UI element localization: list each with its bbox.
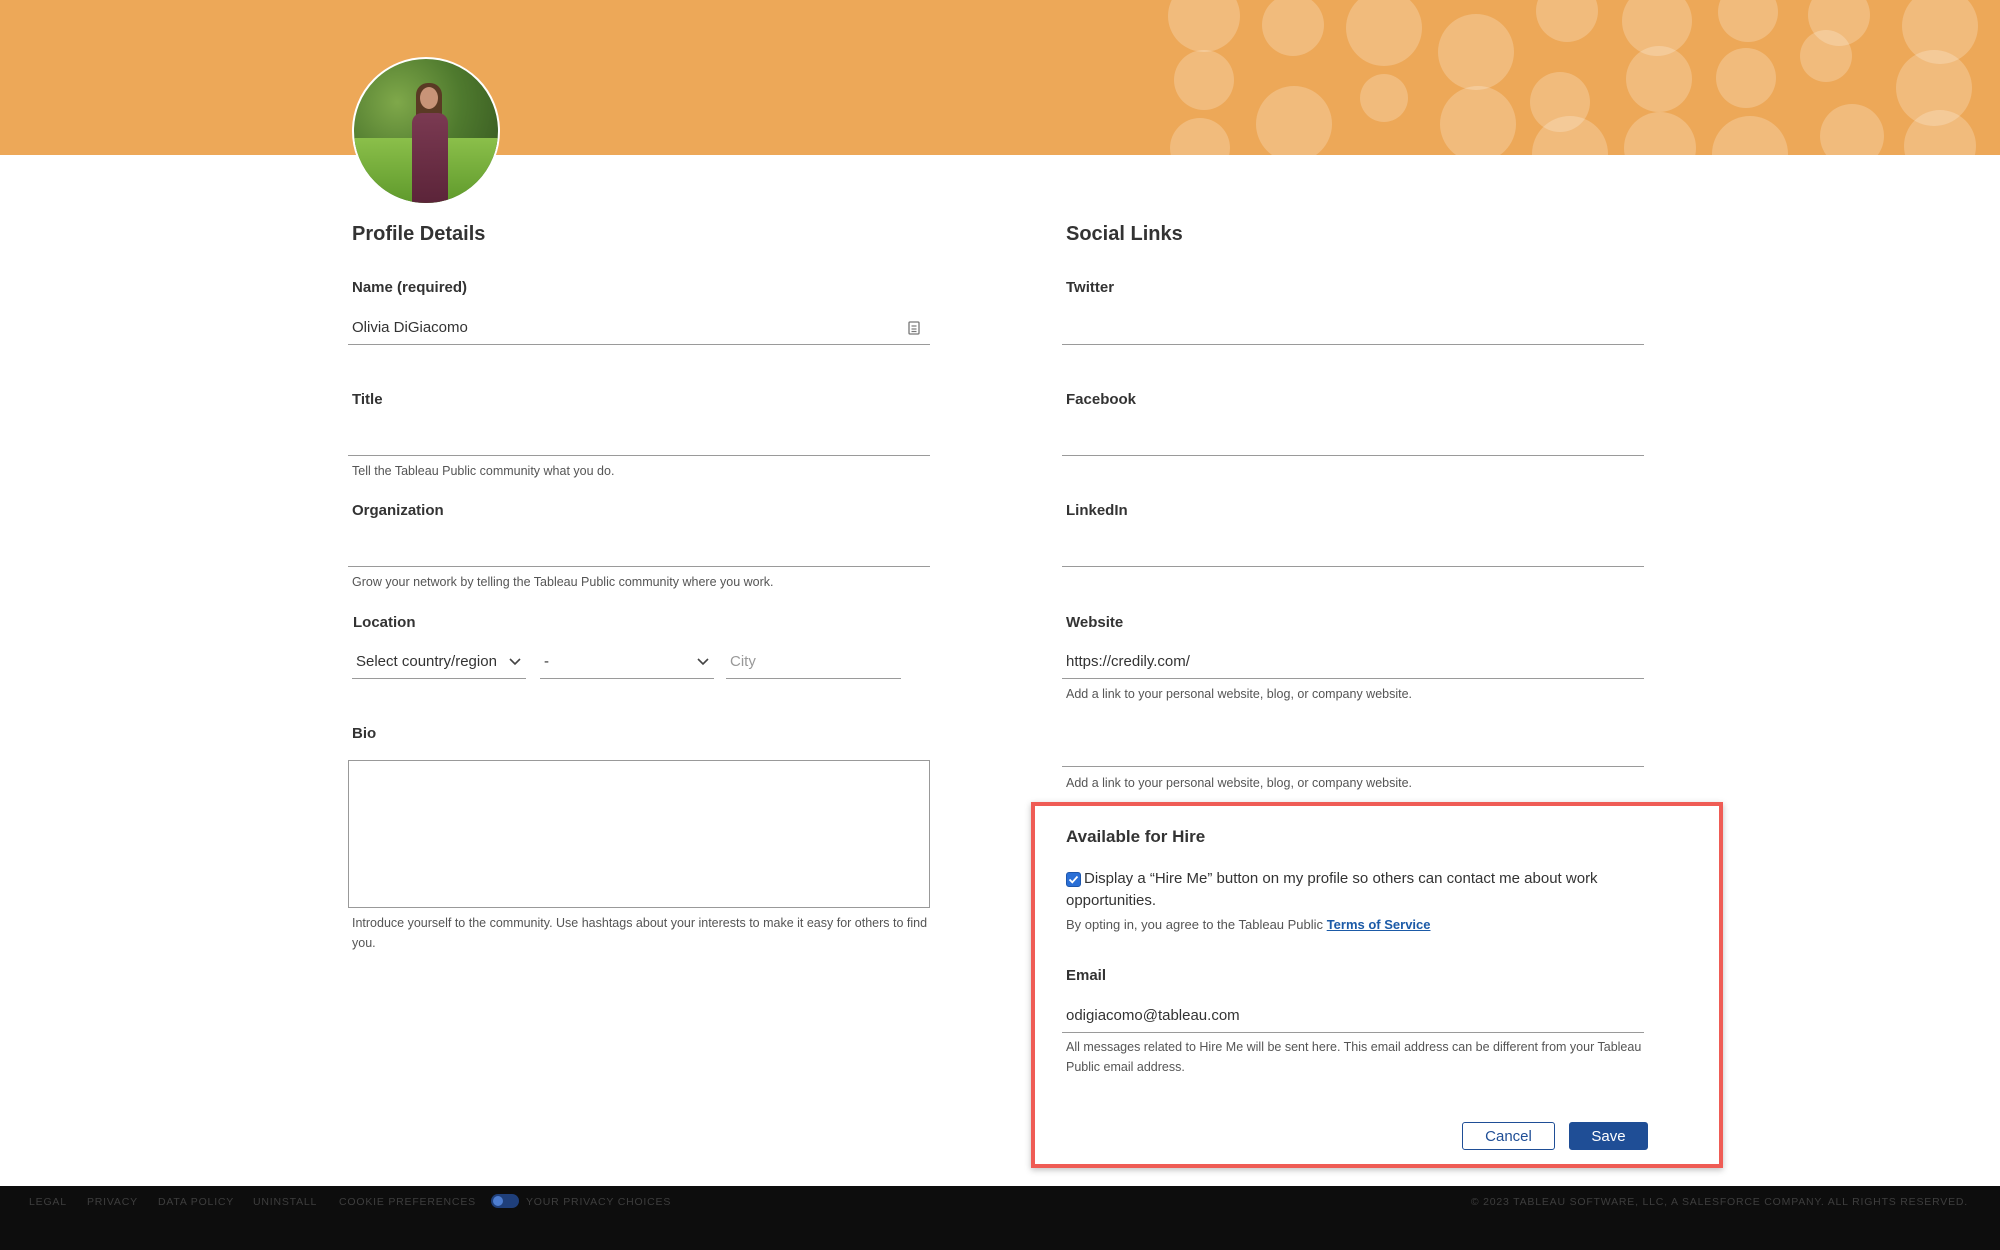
organization-help: Grow your network by telling the Tableau… (352, 575, 774, 589)
banner-bubble (1800, 30, 1852, 82)
twitter-label: Twitter (1066, 279, 1115, 296)
social-links-heading: Social Links (1066, 223, 1183, 245)
website-label: Website (1066, 614, 1124, 631)
banner-bubble (1174, 50, 1234, 110)
footer: LEGAL PRIVACY DATA POLICY UNINSTALL COOK… (0, 1186, 2000, 1250)
city-placeholder: City (730, 653, 756, 670)
title-field[interactable] (348, 422, 930, 456)
location-label: Location (353, 614, 416, 631)
facebook-field[interactable] (1062, 422, 1644, 456)
linkedin-label: LinkedIn (1066, 502, 1128, 519)
save-button[interactable]: Save (1569, 1122, 1648, 1150)
website-help: Add a link to your personal website, blo… (1066, 687, 1413, 701)
profile-details-heading: Profile Details (352, 223, 486, 245)
banner-bubble (1360, 74, 1408, 122)
organization-label: Organization (352, 502, 444, 519)
banner-bubble (1536, 0, 1598, 42)
email-field[interactable]: odigiacomo@tableau.com (1062, 999, 1644, 1033)
banner-bubble (1626, 46, 1692, 112)
copyright: © 2023 TABLEAU SOFTWARE, LLC, A SALESFOR… (1470, 1196, 1968, 1208)
title-label: Title (352, 391, 383, 408)
chevron-down-icon (509, 658, 521, 666)
bio-help: Introduce yourself to the community. Use… (352, 916, 928, 950)
linkedin-field[interactable] (1062, 533, 1644, 567)
banner-bubble (1346, 0, 1422, 66)
footer-link-legal[interactable]: LEGAL (29, 1196, 67, 1208)
banner-bubble (1262, 0, 1324, 56)
state-select[interactable]: - (540, 645, 714, 679)
bio-label: Bio (352, 725, 377, 742)
name-field[interactable]: Olivia DiGiacomo (348, 311, 930, 345)
country-value: Select country/region (356, 653, 497, 670)
banner-bubble (1624, 112, 1696, 155)
chevron-down-icon (697, 658, 709, 666)
footer-link-data-policy[interactable]: DATA POLICY (158, 1196, 234, 1208)
footer-link-privacy[interactable]: PRIVACY (87, 1196, 138, 1208)
avatar-dress (412, 113, 448, 203)
terms-prefix: By opting in, you agree to the Tableau P… (1066, 917, 1324, 932)
terms-of-service-link[interactable]: Terms of Service (1327, 917, 1431, 932)
country-select[interactable]: Select country/region (352, 645, 526, 679)
banner-bubble (1438, 14, 1514, 90)
cancel-button[interactable]: Cancel (1462, 1122, 1555, 1150)
banner-bubble (1820, 104, 1884, 155)
footer-link-cookie-preferences[interactable]: COOKIE PREFERENCES (339, 1196, 476, 1208)
state-value: - (544, 653, 549, 670)
email-label: Email (1066, 967, 1107, 984)
banner-bubble (1256, 86, 1332, 155)
footer-link-privacy-choices[interactable]: YOUR PRIVACY CHOICES (526, 1196, 671, 1208)
privacy-choices-icon (491, 1194, 519, 1208)
website-value: https://credily.com/ (1066, 653, 1190, 670)
contact-card-icon (908, 320, 920, 335)
banner-bubble (1718, 0, 1778, 42)
title-help: Tell the Tableau Public community what y… (352, 464, 615, 478)
hire-me-checkbox-label[interactable]: Display a “Hire Me” button on my profile… (1066, 868, 1646, 912)
banner-bubble (1170, 118, 1230, 155)
website2-help: Add a link to your personal website, blo… (1066, 776, 1413, 790)
name-label: Name (required) (352, 279, 468, 296)
hire-section-highlight (1031, 802, 1723, 1168)
organization-field[interactable] (348, 533, 930, 567)
city-input[interactable]: City (726, 645, 901, 679)
banner-bubble (1440, 86, 1516, 155)
facebook-label: Facebook (1066, 391, 1137, 408)
email-help: All messages related to Hire Me will be … (1066, 1040, 1642, 1074)
banner-bubble (1712, 116, 1788, 155)
email-value: odigiacomo@tableau.com (1066, 1007, 1240, 1024)
avatar-head (420, 87, 438, 109)
banner-bubble (1168, 0, 1240, 52)
profile-banner (0, 0, 2000, 155)
terms-notice: By opting in, you agree to the Tableau P… (1066, 915, 1431, 935)
hire-heading: Available for Hire (1066, 827, 1206, 846)
banner-bubble (1716, 48, 1776, 108)
name-value: Olivia DiGiacomo (352, 319, 468, 336)
website2-field[interactable] (1062, 733, 1644, 767)
bio-textarea[interactable] (348, 760, 930, 908)
website-field[interactable]: https://credily.com/ (1062, 645, 1644, 679)
avatar[interactable] (352, 57, 500, 205)
twitter-field[interactable] (1062, 311, 1644, 345)
footer-link-uninstall[interactable]: UNINSTALL (253, 1196, 317, 1208)
